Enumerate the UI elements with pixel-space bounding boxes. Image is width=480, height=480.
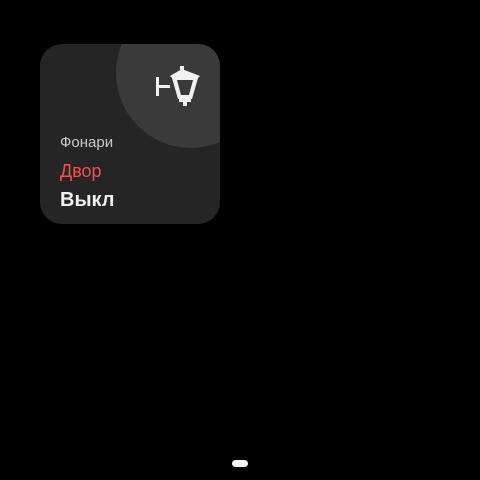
device-label: Двор bbox=[60, 161, 102, 181]
street-lamp-icon bbox=[154, 62, 202, 110]
group-label: Фонари bbox=[60, 134, 114, 151]
state-label: Выкл bbox=[60, 189, 115, 211]
home-indicator-pill[interactable] bbox=[232, 460, 248, 467]
screen: Фонари Двор Выкл bbox=[0, 0, 480, 480]
tile-labels: Фонари Двор Выкл bbox=[60, 134, 210, 212]
device-tile-lamp[interactable]: Фонари Двор Выкл bbox=[40, 44, 220, 224]
